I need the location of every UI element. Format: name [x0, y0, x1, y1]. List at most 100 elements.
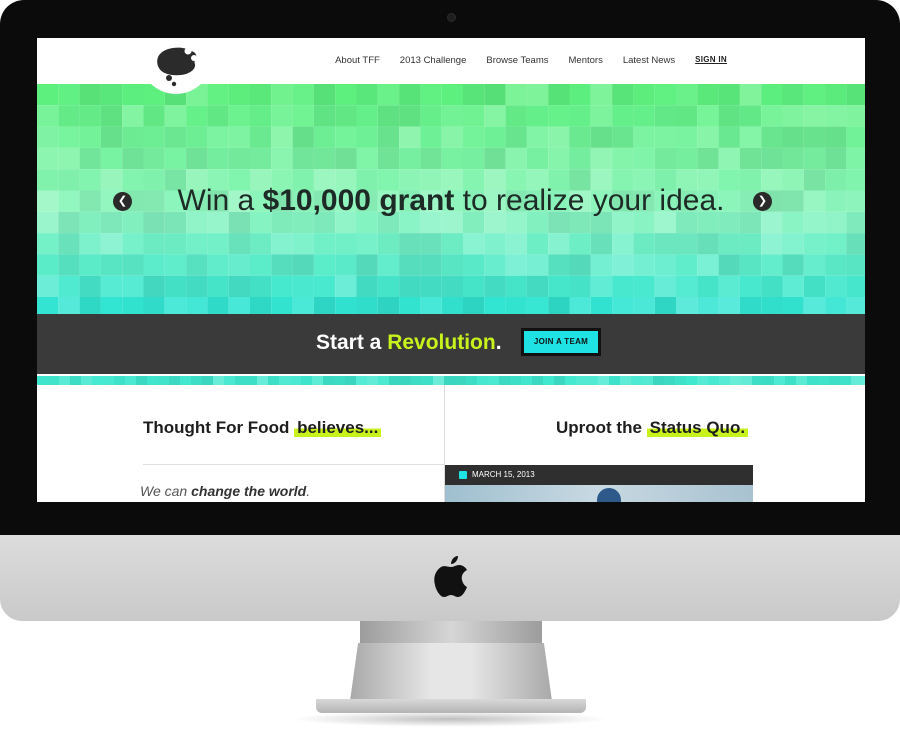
mosaic-tile [228, 126, 250, 148]
mosaic-tile [739, 147, 762, 170]
mosaic-tile [526, 147, 549, 170]
mosaic-tile [676, 297, 698, 314]
mosaic-tile [356, 105, 378, 127]
mosaic-tile [292, 297, 314, 314]
mosaic-tile [100, 297, 123, 314]
nav-browse-teams[interactable]: Browse Teams [486, 55, 548, 66]
mosaic-tile [48, 376, 59, 385]
mosaic-tile [484, 147, 506, 170]
mosaic-tile [761, 297, 783, 314]
mosaic-tile [228, 233, 250, 255]
mosaic-tile [37, 233, 59, 255]
join-a-team-button[interactable]: JOIN A TEAM [521, 328, 601, 356]
mosaic-tile [708, 376, 719, 385]
mosaic-tile [313, 275, 336, 297]
mosaic-tile [228, 254, 250, 276]
mosaic-tile [250, 84, 272, 106]
mosaic-tile [818, 376, 829, 385]
mosaic-tile [633, 297, 655, 314]
mosaic-tile [654, 84, 676, 106]
main-nav: About TFF 2013 Challenge Browse Teams Me… [335, 55, 727, 66]
mosaic-tile [840, 376, 851, 385]
mosaic-tile [796, 376, 807, 385]
stand-shadow [290, 711, 610, 727]
mosaic-tile [271, 84, 293, 106]
mosaic-tile [654, 275, 676, 297]
mosaic-tile [676, 84, 698, 106]
mosaic-tile [505, 84, 527, 106]
news-post-card[interactable]: MARCH 15, 2013 [445, 465, 753, 502]
mosaic-tile [846, 233, 865, 255]
post-photo[interactable] [445, 485, 753, 502]
mosaic-tile [612, 297, 634, 314]
mosaic-tile [612, 126, 634, 148]
mosaic-tile [846, 147, 865, 170]
mosaic-tile [612, 254, 634, 276]
mosaic-tile [633, 233, 655, 255]
mosaic-tile [228, 297, 250, 314]
mosaic-tile [554, 376, 565, 385]
mosaic-tile [526, 126, 549, 148]
mosaic-tile [590, 297, 613, 314]
mosaic-tile [785, 376, 796, 385]
mosaic-tile [356, 84, 378, 106]
mosaic-tile [37, 376, 48, 385]
mosaic-tile [100, 275, 123, 297]
mosaic-tile [37, 84, 59, 106]
slider-next-button[interactable]: ❯ [753, 192, 772, 211]
believes-text-prefix: We can [140, 483, 192, 499]
mosaic-tile [37, 297, 59, 314]
mosaic-tile [335, 84, 357, 106]
mosaic-tile [505, 126, 527, 148]
hero-slider: ❮ Win a $10,000 grant to realize your id… [37, 84, 865, 314]
mosaic-tile [335, 233, 357, 255]
mosaic-tile [136, 376, 147, 385]
mosaic-tile [505, 105, 527, 127]
mosaic-tile [739, 297, 762, 314]
nav-about-tff[interactable]: About TFF [335, 55, 380, 66]
mosaic-tile [164, 275, 187, 297]
mosaic-tile [654, 254, 676, 276]
nav-latest-news[interactable]: Latest News [623, 55, 675, 66]
mosaic-tile [463, 254, 485, 276]
mosaic-tile [356, 147, 378, 170]
mosaic-tile [313, 254, 336, 276]
mosaic-tile [825, 84, 847, 106]
nav-2013-challenge[interactable]: 2013 Challenge [400, 55, 467, 66]
mosaic-tile [37, 126, 59, 148]
mosaic-tile [548, 105, 570, 127]
mosaic-tile [250, 233, 272, 255]
nav-mentors[interactable]: Mentors [569, 55, 603, 66]
mosaic-tile [548, 84, 570, 106]
mosaic-tile [505, 254, 527, 276]
mosaic-tile [761, 126, 783, 148]
sign-in-link[interactable]: SIGN IN [695, 55, 727, 66]
mosaic-tile [100, 84, 123, 106]
mosaic-tile [335, 254, 357, 276]
mosaic-tile [444, 376, 455, 385]
mosaic-tile [186, 126, 208, 148]
pixel-strip-pattern [37, 376, 865, 385]
mosaic-tile [676, 147, 698, 170]
mosaic-tile [169, 376, 180, 385]
mosaic-tile [271, 233, 293, 255]
mosaic-tile [356, 275, 378, 297]
mosaic-tile [420, 126, 442, 148]
mosaic-tile [143, 147, 165, 170]
mosaic-tile [292, 233, 314, 255]
mosaic-tile [377, 275, 400, 297]
mosaic-tile [590, 105, 613, 127]
mosaic-tile [186, 233, 208, 255]
mosaic-tile [335, 147, 357, 170]
mosaic-tile [271, 147, 293, 170]
mosaic-tile [782, 84, 804, 106]
mosaic-tile [463, 126, 485, 148]
monitor-base [316, 699, 586, 713]
mosaic-tile [739, 233, 762, 255]
mosaic-tile [207, 275, 229, 297]
mosaic-tile [718, 105, 740, 127]
mosaic-tile [186, 105, 208, 127]
mosaic-tile [697, 376, 708, 385]
mosaic-tile [422, 376, 433, 385]
mosaic-tile [782, 126, 804, 148]
